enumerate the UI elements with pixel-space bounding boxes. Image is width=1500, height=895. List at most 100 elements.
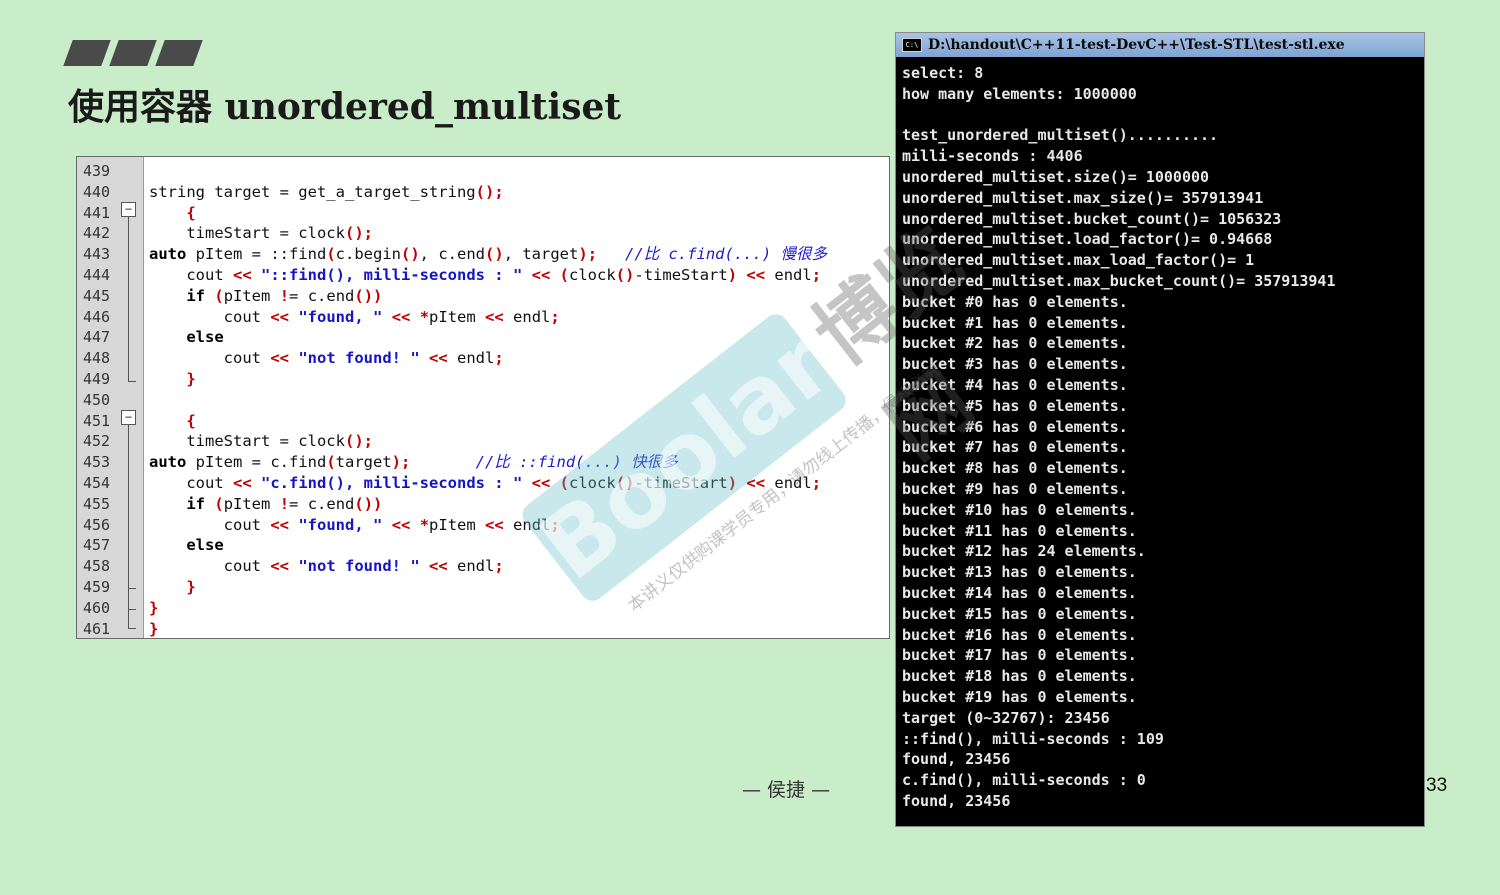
console-line: bucket #12 has 24 elements. [902, 542, 1146, 561]
code-text: if (pItem != c.end()) [186, 494, 383, 513]
code-line[interactable]: 453 auto pItem = c.find(target); //比 ::fi… [77, 452, 877, 473]
code-text: cout << "not found! " << endl; [149, 349, 504, 368]
console-line: test_unordered_multiset().......... [902, 126, 1219, 145]
console-line: bucket #2 has 0 elements. [902, 334, 1128, 353]
console-title: D:\handout\C++11-test-DevC++\Test-STL\te… [928, 37, 1345, 53]
line-number: 456 [83, 515, 111, 534]
line-number: 446 [83, 307, 111, 326]
code-text: cout << "found, " << *pItem << endl; [149, 307, 560, 326]
code-text: if (pItem != c.end()) [186, 286, 383, 305]
code-text: timeStart = clock(); [149, 432, 373, 451]
code-line[interactable]: 448 cout << "not found! " << endl; [77, 348, 877, 369]
code-line[interactable]: 441 { [77, 203, 877, 224]
console-line: found, 23456 [902, 791, 1011, 810]
fold-collapse-icon[interactable]: − [121, 201, 136, 217]
line-number: 444 [83, 266, 111, 284]
code-line[interactable]: 452 timeStart = clock(); [77, 431, 877, 452]
console-line: bucket #0 has 0 elements. [902, 292, 1128, 311]
fold-line [128, 217, 129, 381]
code-line[interactable]: 460} [77, 598, 877, 619]
code-line[interactable]: 451 { [77, 411, 877, 432]
console-line: bucket #13 has 0 elements. [902, 563, 1137, 582]
line-number: 442 [83, 224, 111, 243]
console-line: bucket #1 has 0 elements. [902, 313, 1128, 332]
console-line: bucket #15 has 0 elements. [902, 604, 1137, 623]
code-line[interactable]: 456 cout << "found, " << *pItem << endl; [77, 515, 877, 536]
code-line[interactable]: 458 cout << "not found! " << endl; [77, 556, 877, 577]
console-line: bucket #19 has 0 elements. [902, 687, 1137, 706]
code-text: } [186, 370, 196, 388]
console-line: bucket #9 has 0 elements. [902, 479, 1128, 498]
console-window[interactable]: C:\ D:\handout\C++11-test-DevC++\Test-ST… [895, 32, 1425, 827]
line-number: 450 [83, 390, 111, 409]
console-line: bucket #11 has 0 elements. [902, 521, 1137, 540]
code-text: auto pItem = c.find(target); //比 ::find(… [149, 453, 678, 472]
console-line: bucket #7 has 0 elements. [902, 438, 1128, 457]
console-line: bucket #8 has 0 elements. [902, 459, 1128, 478]
line-number: 455 [83, 494, 111, 513]
code-line[interactable]: 439 [77, 161, 877, 182]
code-line[interactable]: 442 timeStart = clock(); [77, 223, 877, 244]
code-line[interactable]: 444 cout << "::find(), milli-seconds : "… [77, 265, 877, 286]
code-line[interactable]: 447 else [77, 327, 877, 348]
line-number: 459 [83, 578, 111, 596]
console-line: unordered_multiset.size()= 1000000 [902, 167, 1210, 186]
line-number: 457 [83, 536, 111, 555]
code-text: else [186, 536, 224, 555]
console-line: select: 8 [902, 64, 984, 82]
code-text: string target = get_a_target_string(); [149, 182, 504, 201]
console-line: target (0~32767): 23456 [902, 708, 1110, 727]
code-line[interactable]: 459 } [77, 577, 877, 598]
code-text: cout << "found, " << *pItem << endl; [149, 515, 560, 534]
code-line[interactable]: 461} [77, 619, 877, 638]
line-number: 449 [83, 370, 111, 388]
fold-end [128, 609, 136, 610]
slide-footer-author: — 侯捷 — [742, 779, 831, 801]
console-line: unordered_multiset.max_load_factor()= 1 [902, 251, 1255, 270]
line-number: 443 [83, 245, 111, 264]
slide-title: 使用容器 unordered_multiset [68, 86, 622, 128]
code-line[interactable]: 440 string target = get_a_target_string()… [77, 182, 877, 203]
fold-collapse-icon[interactable]: − [121, 409, 136, 425]
title-decoration [63, 40, 203, 66]
code-line[interactable]: 455 if (pItem != c.end()) [77, 494, 877, 515]
console-line: c.find(), milli-seconds : 0 [902, 771, 1146, 790]
console-line: unordered_multiset.max_size()= 357913941 [902, 188, 1264, 207]
deco-bar [155, 40, 203, 66]
code-line[interactable]: 443 auto pItem = ::find(c.begin(), c.end(… [77, 244, 877, 265]
code-text: } [149, 598, 159, 617]
deco-bar [109, 40, 157, 66]
console-line: unordered_multiset.bucket_count()= 10563… [902, 209, 1282, 228]
console-line: bucket #18 has 0 elements. [902, 667, 1137, 686]
console-line: found, 23456 [902, 750, 1011, 769]
line-number: 445 [83, 286, 111, 305]
code-editor[interactable]: 439 440 string target = get_a_target_strin… [76, 156, 890, 639]
line-number: 452 [83, 432, 111, 451]
fold-end [128, 588, 136, 589]
code-line[interactable]: 450 [77, 390, 877, 411]
line-number: 461 [83, 619, 111, 638]
code-text: cout << "::find(), milli-seconds : " << … [149, 266, 822, 284]
line-number: 448 [83, 349, 111, 368]
code-text: auto pItem = ::find(c.begin(), c.end(), … [149, 245, 828, 264]
code-text: else [186, 328, 224, 347]
console-line: bucket #17 has 0 elements. [902, 646, 1137, 665]
code-line[interactable]: 457 else [77, 535, 877, 556]
console-line: unordered_multiset.load_factor()= 0.9466… [902, 230, 1273, 249]
line-number: 458 [83, 557, 111, 576]
code-line[interactable]: 449 } [77, 369, 877, 390]
code-text: } [149, 619, 159, 638]
console-line: bucket #3 has 0 elements. [902, 355, 1128, 374]
code-line[interactable]: 445 if (pItem != c.end()) [77, 286, 877, 307]
code-line[interactable]: 454 cout << "c.find(), milli-seconds : "… [77, 473, 877, 494]
console-output: select: 8 how many elements: 1000000 test_… [896, 57, 1424, 812]
line-number: 447 [83, 328, 111, 347]
console-line: milli-seconds : 4406 [902, 147, 1083, 166]
page-number: 33 [1426, 775, 1448, 796]
console-titlebar[interactable]: C:\ D:\handout\C++11-test-DevC++\Test-ST… [896, 33, 1424, 57]
line-number: 453 [83, 453, 111, 472]
console-line: bucket #10 has 0 elements. [902, 500, 1137, 519]
console-app-icon: C:\ [902, 38, 922, 52]
code-line[interactable]: 446 cout << "found, " << *pItem << endl; [77, 307, 877, 328]
code-text: } [186, 578, 196, 596]
